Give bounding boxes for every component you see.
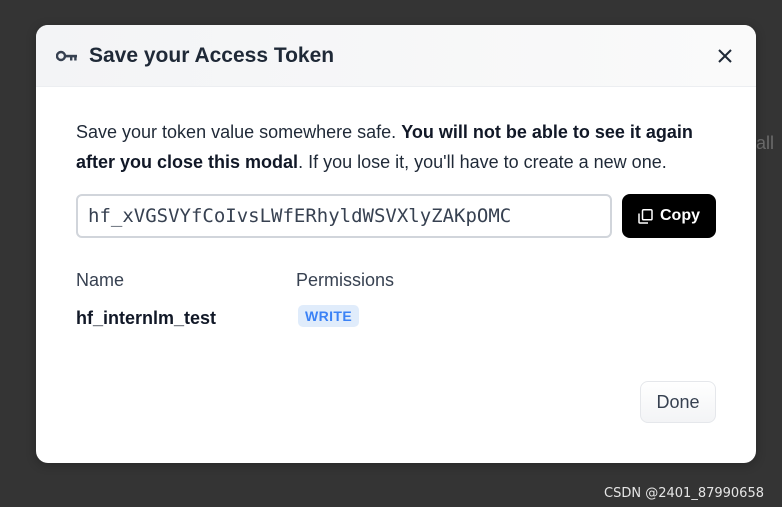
- access-token-modal: Save your Access Token Save your token v…: [36, 25, 756, 463]
- copy-button[interactable]: Copy: [622, 194, 716, 238]
- done-button[interactable]: Done: [640, 381, 716, 423]
- message-text-end: . If you lose it, you'll have to create …: [298, 152, 667, 172]
- token-name: hf_internlm_test: [76, 308, 217, 328]
- modal-title: Save your Access Token: [89, 43, 335, 67]
- column-header-permissions: Permissions: [296, 270, 395, 290]
- watermark: CSDN @2401_87990658: [604, 486, 764, 501]
- copy-icon: [638, 208, 653, 224]
- key-icon: [56, 50, 77, 61]
- background-text: all: [756, 133, 775, 153]
- modal-body: Save your token value somewhere safe. Yo…: [36, 87, 756, 331]
- warning-message: Save your token value somewhere safe. Yo…: [76, 117, 716, 177]
- copy-label: Copy: [660, 207, 700, 224]
- token-value-field[interactable]: [76, 194, 612, 238]
- token-details: Name Permissions hf_internlm_test WRITE: [76, 270, 716, 331]
- token-row: Copy: [76, 194, 716, 238]
- message-text: Save your token value somewhere safe.: [76, 122, 402, 142]
- permission-cell: WRITE: [296, 305, 496, 331]
- close-icon[interactable]: [714, 45, 736, 67]
- column-header-name: Name: [76, 270, 125, 290]
- permission-badge: WRITE: [298, 305, 360, 327]
- modal-header: Save your Access Token: [36, 25, 756, 87]
